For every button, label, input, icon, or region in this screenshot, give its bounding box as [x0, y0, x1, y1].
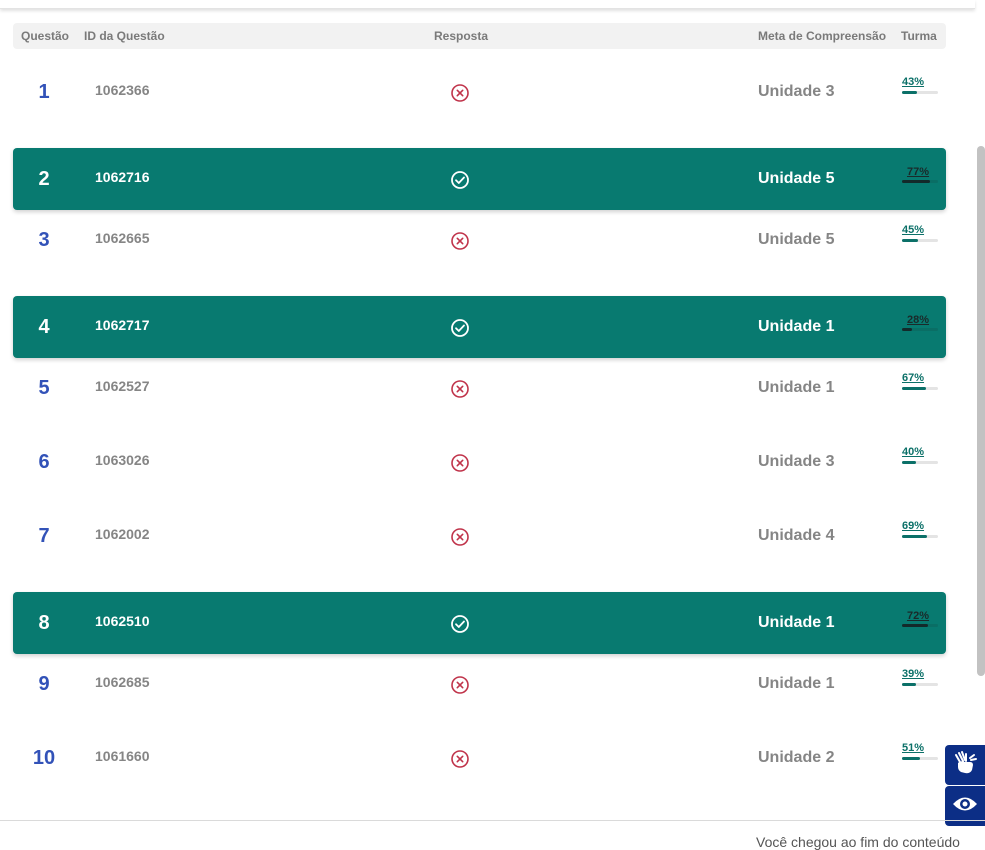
- x-circle-icon: [450, 231, 470, 251]
- question-id: 1062510: [95, 613, 150, 629]
- class-progress-bar: [902, 180, 938, 183]
- question-number[interactable]: 1: [13, 61, 75, 123]
- question-number[interactable]: 5: [13, 357, 75, 419]
- class-percentage: 40%: [902, 446, 925, 458]
- comprehension-goal: Unidade 3: [758, 453, 835, 470]
- question-number[interactable]: 6: [13, 431, 75, 493]
- class-percentage: 77%: [907, 166, 930, 178]
- class-percentage: 72%: [907, 610, 930, 622]
- class-progress-fill: [902, 91, 918, 94]
- table-row[interactable]: 2 1062716 Unidade 5 77%: [13, 148, 946, 210]
- question-id: 1062527: [95, 378, 150, 394]
- class-progress-bar: [902, 387, 938, 390]
- header-resposta: Resposta: [434, 29, 489, 43]
- class-percentage: 43%: [902, 76, 925, 88]
- class-progress-fill: [902, 387, 927, 390]
- end-of-content-message: Você chegou ao fim do conteúdo: [756, 834, 960, 850]
- class-progress-bar: [902, 328, 938, 331]
- scrollbar-thumb[interactable]: [977, 146, 985, 676]
- table-row[interactable]: 8 1062510 Unidade 1 72%: [13, 592, 946, 654]
- table-header: Questão ID da Questão Resposta Meta de C…: [13, 23, 946, 49]
- table-row[interactable]: 1 1062366 Unidade 3 43%: [13, 61, 946, 123]
- question-id: 1062685: [95, 674, 150, 690]
- class-progress-bar: [902, 757, 938, 760]
- header-turma: Turma: [901, 29, 937, 43]
- class-progress-bar: [902, 461, 938, 464]
- comprehension-goal: Unidade 1: [758, 614, 835, 631]
- table-row[interactable]: 7 1062002 Unidade 4 69%: [13, 505, 946, 567]
- x-circle-icon: [450, 379, 470, 399]
- class-percentage: 69%: [902, 520, 925, 532]
- class-progress-fill: [902, 683, 917, 686]
- table-row[interactable]: 5 1062527 Unidade 1 67%: [13, 357, 946, 419]
- question-id: 1061660: [95, 748, 150, 764]
- question-id: 1062002: [95, 526, 150, 542]
- comprehension-goal: Unidade 5: [758, 170, 835, 187]
- comprehension-goal: Unidade 5: [758, 231, 835, 248]
- header-meta-compreensao: Meta de Compreensão: [758, 29, 887, 43]
- class-percentage: 45%: [902, 224, 925, 236]
- class-progress-fill: [902, 461, 917, 464]
- question-number[interactable]: 3: [13, 209, 75, 271]
- comprehension-goal: Unidade 4: [758, 527, 835, 544]
- footer-divider: [0, 820, 985, 821]
- table-row[interactable]: 6 1063026 Unidade 3 40%: [13, 431, 946, 493]
- top-bar-edge: [0, 0, 975, 9]
- class-progress-bar: [902, 535, 938, 538]
- class-progress-fill: [902, 328, 913, 331]
- x-circle-icon: [450, 453, 470, 473]
- class-progress-fill: [902, 757, 921, 760]
- question-number[interactable]: 2: [13, 148, 75, 210]
- class-progress-fill: [902, 535, 927, 538]
- comprehension-goal: Unidade 2: [758, 749, 835, 766]
- sign-language-hands-icon: [952, 750, 978, 781]
- class-progress-fill: [902, 624, 928, 627]
- comprehension-goal: Unidade 1: [758, 318, 835, 335]
- x-circle-icon: [450, 527, 470, 547]
- class-progress-bar: [902, 91, 938, 94]
- question-id: 1063026: [95, 452, 150, 468]
- comprehension-goal: Unidade 1: [758, 675, 835, 692]
- x-circle-icon: [450, 83, 470, 103]
- eye-icon: [952, 795, 978, 818]
- sign-language-button[interactable]: [945, 745, 985, 785]
- question-id: 1062665: [95, 230, 150, 246]
- question-number[interactable]: 4: [13, 296, 75, 358]
- question-id: 1062366: [95, 82, 150, 98]
- question-number[interactable]: 8: [13, 592, 75, 654]
- class-percentage: 39%: [902, 668, 925, 680]
- question-id: 1062717: [95, 317, 150, 333]
- header-questao: Questão: [21, 29, 70, 43]
- question-number[interactable]: 10: [13, 727, 75, 789]
- question-number[interactable]: 9: [13, 653, 75, 715]
- question-id: 1062716: [95, 169, 150, 185]
- header-id-questao: ID da Questão: [84, 29, 165, 43]
- table-row[interactable]: 9 1062685 Unidade 1 39%: [13, 653, 946, 715]
- class-percentage: 28%: [907, 314, 930, 326]
- class-progress-fill: [902, 180, 930, 183]
- table-row[interactable]: 3 1062665 Unidade 5 45%: [13, 209, 946, 271]
- question-number[interactable]: 7: [13, 505, 75, 567]
- table-row[interactable]: 10 1061660 Unidade 2 51%: [13, 727, 946, 789]
- comprehension-goal: Unidade 1: [758, 379, 835, 396]
- table-row[interactable]: 4 1062717 Unidade 1 28%: [13, 296, 946, 358]
- x-circle-icon: [450, 675, 470, 695]
- class-percentage: 51%: [902, 742, 925, 754]
- check-circle-icon: [450, 170, 470, 190]
- class-progress-fill: [902, 239, 919, 242]
- class-progress-bar: [902, 624, 938, 627]
- class-progress-bar: [902, 683, 938, 686]
- class-percentage: 67%: [902, 372, 925, 384]
- x-circle-icon: [450, 749, 470, 769]
- check-circle-icon: [450, 318, 470, 338]
- class-progress-bar: [902, 239, 938, 242]
- check-circle-icon: [450, 614, 470, 634]
- comprehension-goal: Unidade 3: [758, 83, 835, 100]
